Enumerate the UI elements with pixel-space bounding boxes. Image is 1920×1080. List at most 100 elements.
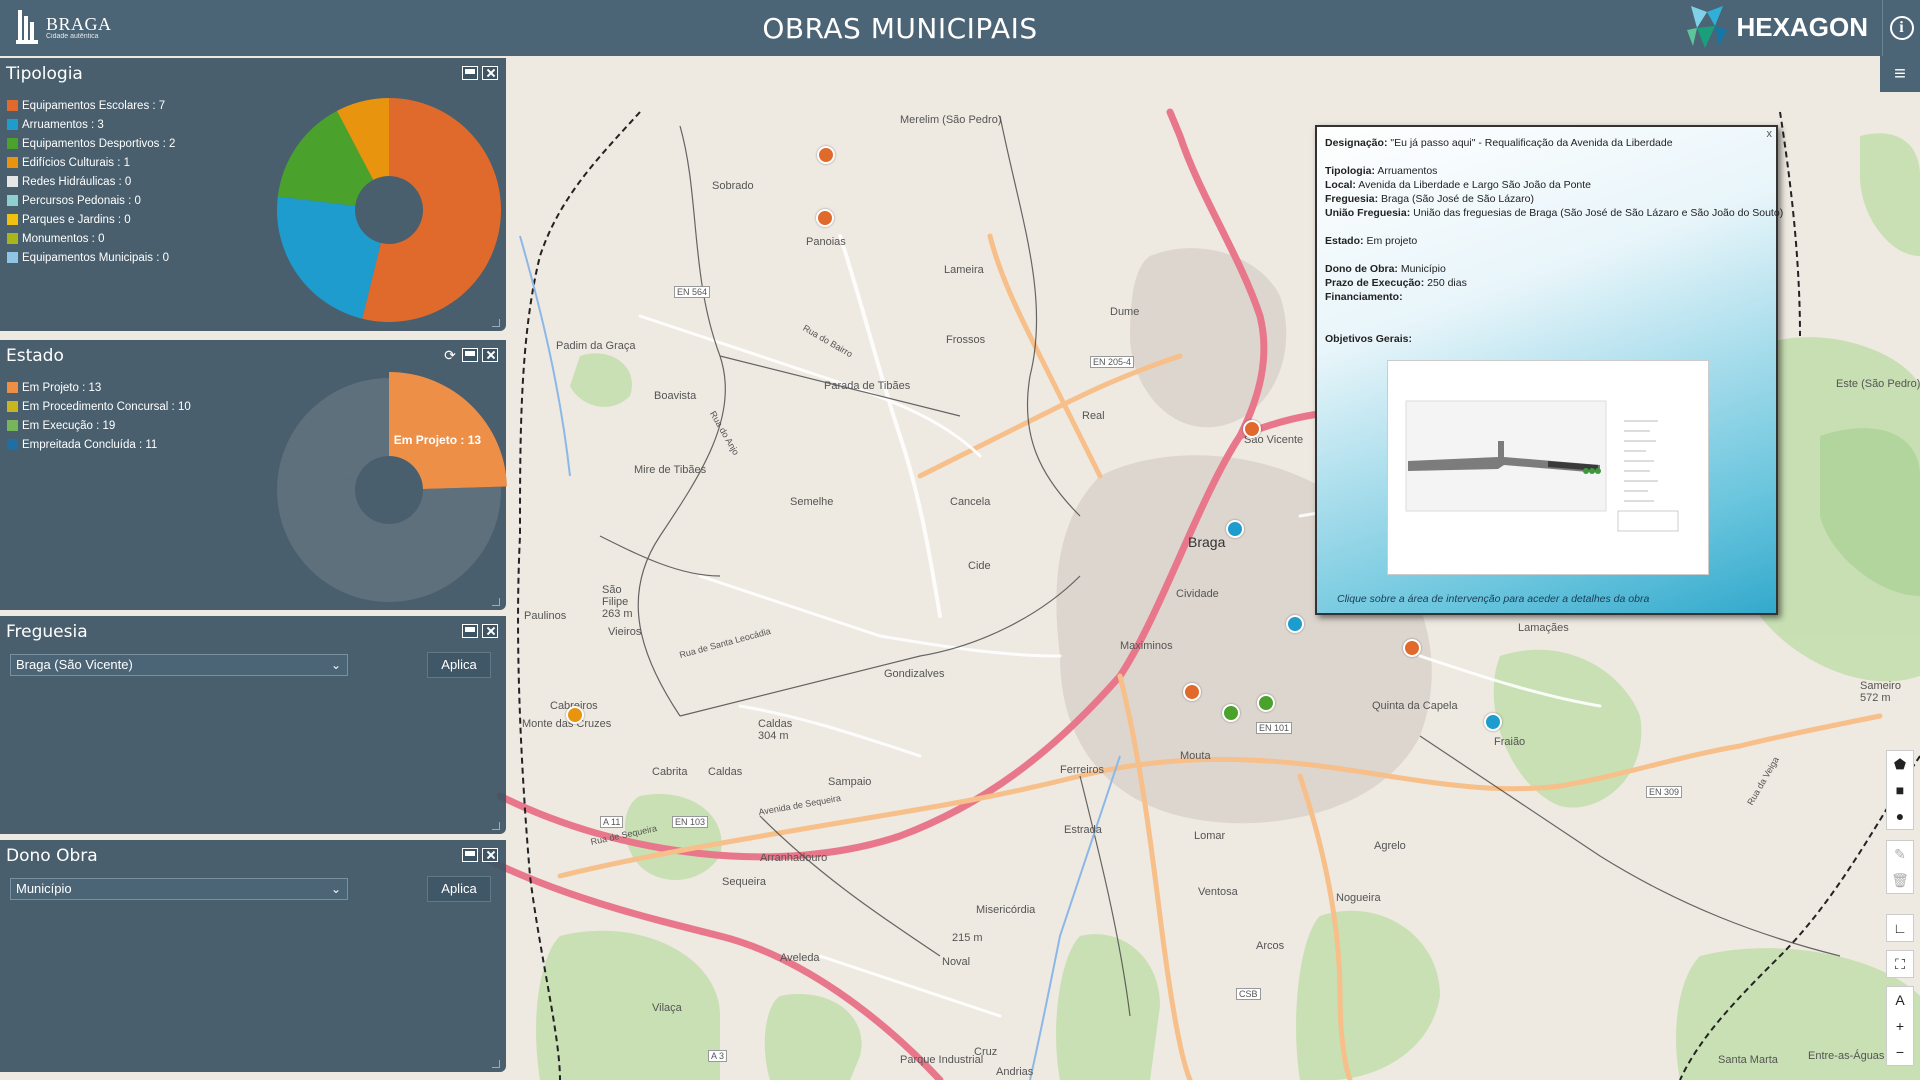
map-label: Sameiro 572 m [1860, 680, 1901, 704]
map-marker[interactable] [1403, 639, 1421, 657]
map-marker[interactable] [1183, 683, 1201, 701]
map-label: Parada de Tibães [824, 380, 911, 392]
dono-obra-apply-button[interactable]: Aplica [427, 876, 491, 902]
map-label: Braga [1188, 534, 1226, 550]
map-label: Santa Marta [1718, 1054, 1778, 1066]
freguesia-select[interactable]: Braga (São Vicente) ⌄ [10, 654, 348, 676]
close-icon[interactable] [482, 66, 498, 80]
info-button[interactable]: i [1882, 0, 1920, 56]
pie-slice[interactable] [277, 196, 381, 319]
polygon-icon[interactable]: ⬟ [1886, 751, 1914, 777]
legend-swatch [7, 176, 18, 187]
legend-item[interactable]: Empreitada Concluída : 11 [7, 435, 191, 454]
map-marker[interactable] [816, 209, 834, 227]
map-label: Nogueira [1336, 892, 1381, 904]
legend-item[interactable]: Parques e Jardins : 0 [7, 210, 175, 229]
panel-title: Estado [6, 346, 64, 366]
legend-item[interactable]: Em Procedimento Concursal : 10 [7, 397, 191, 416]
north-arrow-icon[interactable]: A [1886, 987, 1914, 1013]
map-label: Ventosa [1198, 886, 1238, 898]
legend-swatch [7, 439, 18, 450]
close-icon[interactable] [482, 348, 498, 362]
edit-icon[interactable]: ✎ [1886, 841, 1914, 867]
minimize-icon[interactable] [462, 66, 478, 80]
freguesia-apply-button[interactable]: Aplica [427, 652, 491, 678]
map-marker[interactable] [1222, 704, 1240, 722]
resize-handle[interactable] [492, 598, 500, 606]
legend-label: Em Execução : 19 [22, 419, 116, 432]
popup-local: Local: Avenida da Liberdade e Largo São … [1325, 179, 1592, 191]
legend-swatch [7, 138, 18, 149]
legend-item[interactable]: Edifícios Culturais : 1 [7, 153, 175, 172]
legend-label: Equipamentos Municipais : 0 [22, 251, 170, 264]
resize-handle[interactable] [492, 319, 500, 327]
resize-handle[interactable] [492, 1060, 500, 1068]
panel-title: Freguesia [6, 622, 88, 642]
map-label: Cancela [950, 496, 991, 508]
popup-close-button[interactable]: x [1767, 128, 1773, 140]
popup-financiamento: Financiamento: [1325, 291, 1403, 303]
map-label: Cide [968, 560, 991, 572]
minimize-icon[interactable] [462, 624, 478, 638]
fullscreen-icon[interactable]: ⛶ [1886, 951, 1914, 977]
road-shield: A 11 [600, 816, 624, 828]
road-shield: EN 103 [672, 816, 709, 828]
legend-item[interactable]: Equipamentos Desportivos : 2 [7, 134, 175, 153]
freguesia-selected-value: Braga (São Vicente) [16, 657, 133, 672]
road-shield: EN 205-4 [1090, 356, 1135, 368]
pie-slice-label: Em Projeto : 13 [394, 433, 482, 447]
road-shield: EN 101 [1256, 722, 1293, 734]
trash-icon[interactable]: 🗑 [1886, 867, 1914, 893]
legend-item[interactable]: Em Projeto : 13 [7, 378, 191, 397]
legend-item[interactable]: Arruamentos : 3 [7, 115, 175, 134]
zoom-out-button[interactable]: − [1886, 1039, 1914, 1065]
map-marker[interactable] [566, 706, 584, 724]
map-label: Mire de Tibães [634, 464, 707, 476]
popup-dono-obra: Dono de Obra: Município [1325, 263, 1446, 275]
map-label: Este (São Pedro) [1836, 378, 1920, 390]
map-label: Caldas 304 m [758, 718, 793, 742]
map-marker[interactable] [1243, 420, 1261, 438]
hamburger-menu-button[interactable]: ≡ [1880, 56, 1920, 92]
map-label: Semelhe [790, 496, 834, 508]
draw-toolbar: ⬟ ■ ● [1886, 750, 1914, 830]
resize-handle[interactable] [492, 822, 500, 830]
legend-item[interactable]: Equipamentos Municipais : 0 [7, 248, 175, 267]
legend-item[interactable]: Em Execução : 19 [7, 416, 191, 435]
map-label: Paulinos [524, 610, 567, 622]
map-label: Cabrita [652, 766, 688, 778]
close-icon[interactable] [482, 624, 498, 638]
map-label: 215 m [952, 932, 983, 944]
estado-pie-chart[interactable]: Em Projeto : 13 [269, 368, 509, 608]
legend-item[interactable]: Monumentos : 0 [7, 229, 175, 248]
project-plan-image[interactable] [1387, 360, 1709, 575]
legend-item[interactable]: Equipamentos Escolares : 7 [7, 96, 175, 115]
map-label: Sequeira [722, 876, 767, 888]
map-label: Cruz [974, 1046, 998, 1058]
map-marker[interactable] [1484, 713, 1502, 731]
circle-icon[interactable]: ● [1886, 803, 1914, 829]
tipologia-pie-chart[interactable] [269, 88, 509, 328]
map-label: Cividade [1176, 588, 1219, 600]
map-marker[interactable] [1257, 694, 1275, 712]
minimize-icon[interactable] [462, 848, 478, 862]
pie-slice[interactable] [389, 372, 507, 489]
refresh-icon[interactable]: ⟳ [442, 348, 458, 362]
map-marker[interactable] [817, 146, 835, 164]
road-shield: EN 564 [674, 286, 711, 298]
dono-obra-select[interactable]: Município ⌄ [10, 878, 348, 900]
legend-item[interactable]: Redes Hidráulicas : 0 [7, 172, 175, 191]
ruler-icon[interactable]: ∟ [1886, 915, 1914, 941]
fullscreen-control: ⛶ [1886, 950, 1914, 978]
close-icon[interactable] [482, 848, 498, 862]
square-icon[interactable]: ■ [1886, 777, 1914, 803]
edit-toolbar: ✎ 🗑 [1886, 840, 1914, 894]
map-label: Andrias [996, 1066, 1034, 1078]
map-marker[interactable] [1286, 615, 1304, 633]
zoom-in-button[interactable]: + [1886, 1013, 1914, 1039]
minimize-icon[interactable] [462, 348, 478, 362]
legend-item[interactable]: Percursos Pedonais : 0 [7, 191, 175, 210]
map-label: Gondizalves [884, 668, 945, 680]
chevron-down-icon: ⌄ [330, 882, 341, 896]
map-marker[interactable] [1226, 520, 1244, 538]
